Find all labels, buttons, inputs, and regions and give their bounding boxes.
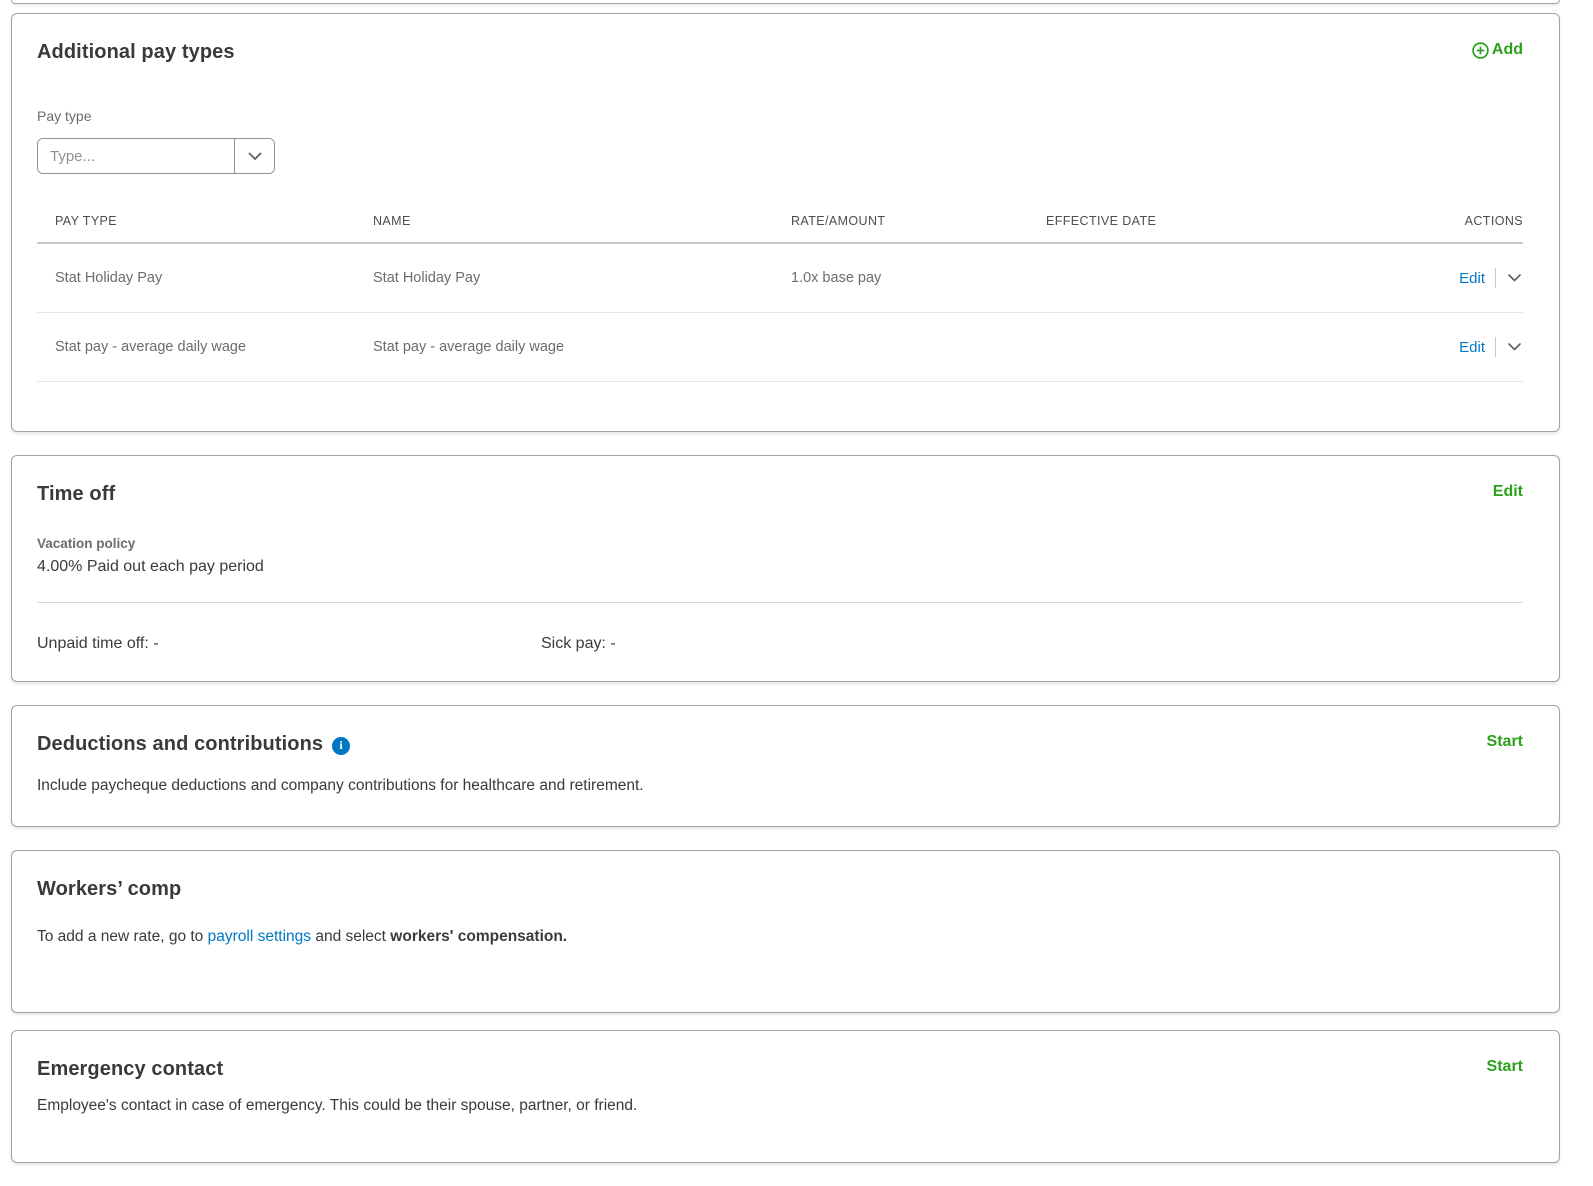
table-row: Stat Holiday Pay Stat Holiday Pay 1.0x b… xyxy=(37,244,1523,313)
column-header-effective-date: EFFECTIVE DATE xyxy=(1046,214,1351,228)
pay-type-label: Pay type xyxy=(37,108,1523,124)
add-button-label: Add xyxy=(1492,41,1523,59)
add-pay-type-button[interactable]: Add xyxy=(1472,41,1523,59)
column-header-name: NAME xyxy=(373,214,791,228)
time-off-card: Time off Edit Vacation policy 4.00% Paid… xyxy=(11,455,1560,682)
deductions-contributions-header: Deductions and contributions i Start xyxy=(37,733,1523,756)
cell-name: Stat Holiday Pay xyxy=(373,270,791,286)
emergency-contact-title: Emergency contact xyxy=(37,1058,223,1081)
row-actions-dropdown-button[interactable] xyxy=(1506,341,1523,353)
deductions-contributions-description: Include paycheque deductions and company… xyxy=(37,776,1523,797)
column-header-pay-type: PAY TYPE xyxy=(55,214,373,228)
deductions-contributions-title-text: Deductions and contributions xyxy=(37,733,323,756)
plus-circle-icon xyxy=(1472,42,1489,59)
previous-card-bottom-edge xyxy=(11,0,1560,4)
sick-pay-value: Sick pay: - xyxy=(541,635,1523,653)
cell-pay-type: Stat Holiday Pay xyxy=(55,270,373,286)
pay-type-input[interactable] xyxy=(38,139,234,173)
workers-comp-title: Workers’ comp xyxy=(37,878,181,901)
emergency-contact-header: Emergency contact Start xyxy=(37,1058,1523,1081)
additional-pay-types-title: Additional pay types xyxy=(37,41,235,64)
vacation-policy-label: Vacation policy xyxy=(37,536,1523,551)
pay-types-table: PAY TYPE NAME RATE/AMOUNT EFFECTIVE DATE… xyxy=(37,200,1523,382)
workers-comp-card: Workers’ comp To add a new rate, go to p… xyxy=(11,850,1560,1013)
workers-comp-description: To add a new rate, go to payroll setting… xyxy=(37,927,1523,948)
start-emergency-contact-button[interactable]: Start xyxy=(1487,1058,1523,1076)
additional-pay-types-header: Additional pay types Add xyxy=(37,41,1523,64)
info-icon[interactable]: i xyxy=(332,737,350,755)
table-row: Stat pay - average daily wage Stat pay -… xyxy=(37,313,1523,382)
column-header-rate-amount: RATE/AMOUNT xyxy=(791,214,1046,228)
pay-type-field: Pay type xyxy=(37,108,1523,174)
vacation-policy-value: 4.00% Paid out each pay period xyxy=(37,558,1523,576)
edit-pay-type-link[interactable]: Edit xyxy=(1459,270,1485,287)
pay-types-table-header: PAY TYPE NAME RATE/AMOUNT EFFECTIVE DATE… xyxy=(37,200,1523,244)
chevron-down-icon xyxy=(1508,343,1521,351)
emergency-contact-description: Employee's contact in case of emergency.… xyxy=(37,1096,1523,1117)
payroll-settings-link[interactable]: payroll settings xyxy=(208,928,311,945)
row-actions-dropdown-button[interactable] xyxy=(1506,272,1523,284)
additional-pay-types-card: Additional pay types Add Pay type xyxy=(11,13,1560,432)
workers-comp-text-before: To add a new rate, go to xyxy=(37,928,208,945)
unpaid-time-off-value: Unpaid time off: - xyxy=(37,635,541,653)
deductions-contributions-title: Deductions and contributions i xyxy=(37,733,350,756)
action-divider xyxy=(1495,268,1496,288)
start-deductions-button[interactable]: Start xyxy=(1487,733,1523,751)
time-off-title: Time off xyxy=(37,483,115,506)
pay-type-combobox[interactable] xyxy=(37,138,275,174)
edit-time-off-button[interactable]: Edit xyxy=(1493,483,1523,501)
cell-pay-type: Stat pay - average daily wage xyxy=(55,339,373,355)
action-divider xyxy=(1495,337,1496,357)
deductions-contributions-card: Deductions and contributions i Start Inc… xyxy=(11,705,1560,827)
pay-type-dropdown-button[interactable] xyxy=(234,139,274,173)
column-header-actions: ACTIONS xyxy=(1465,214,1523,228)
chevron-down-icon xyxy=(1508,274,1521,282)
time-off-header: Time off Edit xyxy=(37,483,1523,506)
workers-comp-text-after: and select xyxy=(311,928,390,945)
emergency-contact-card: Emergency contact Start Employee's conta… xyxy=(11,1030,1560,1163)
workers-comp-header: Workers’ comp xyxy=(37,878,1523,901)
cell-actions: Edit xyxy=(1459,337,1523,357)
cell-name: Stat pay - average daily wage xyxy=(373,339,791,355)
chevron-down-icon xyxy=(248,152,262,161)
edit-pay-type-link[interactable]: Edit xyxy=(1459,339,1485,356)
time-off-summary-row: Unpaid time off: - Sick pay: - xyxy=(37,635,1523,653)
workers-comp-bold-text: workers' compensation. xyxy=(390,928,567,945)
cell-actions: Edit xyxy=(1459,268,1523,288)
section-divider xyxy=(37,602,1523,603)
cell-rate-amount: 1.0x base pay xyxy=(791,270,1046,286)
employee-pay-settings-page: Additional pay types Add Pay type xyxy=(0,0,1593,1163)
